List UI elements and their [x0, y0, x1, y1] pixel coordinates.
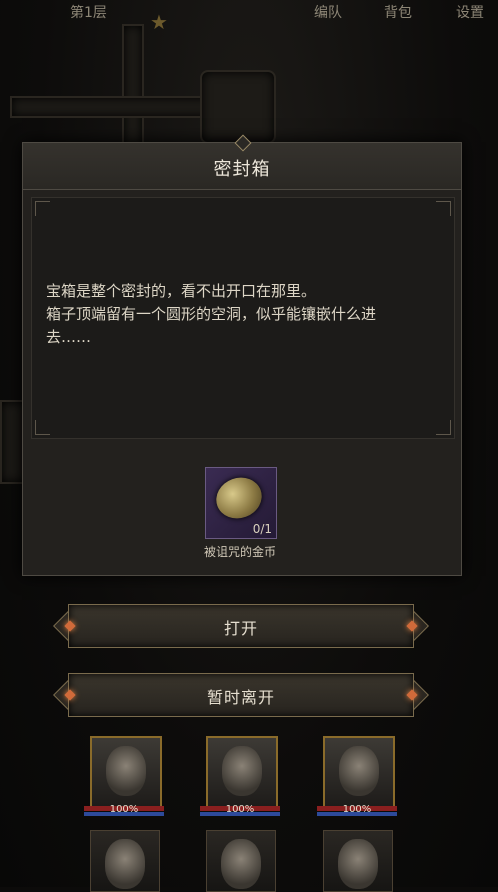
hero-face — [222, 746, 262, 796]
floor-label: 第1层 — [70, 5, 107, 21]
hp-percent: 100% — [342, 804, 372, 815]
corner-ornament — [436, 420, 451, 435]
bag-button[interactable]: 背包 — [384, 2, 412, 22]
top-bar: 第1层 ★ 编队 背包 设置 — [0, 0, 498, 34]
map-room — [200, 70, 276, 144]
hero-portrait[interactable] — [206, 830, 276, 892]
hero-face — [339, 746, 379, 796]
description-line: 箱子顶端留有一个圆形的空洞，似乎能镶嵌什么进 — [46, 305, 377, 323]
hero-portrait[interactable] — [323, 736, 395, 808]
hero-portrait[interactable] — [90, 736, 162, 808]
hero-face — [105, 839, 145, 889]
corner-ornament — [436, 201, 451, 216]
item-name: 被诅咒的金币 — [203, 545, 276, 559]
star-icon: ★ — [150, 10, 168, 34]
corner-ornament — [35, 420, 50, 435]
hero-face — [106, 746, 146, 796]
corner-ornament — [35, 201, 50, 216]
hero-portrait[interactable] — [90, 830, 160, 892]
settings-button[interactable]: 设置 — [456, 2, 484, 22]
description-panel: 宝箱是整个密封的，看不出开口在那里。 箱子顶端留有一个圆形的空洞，似乎能镶嵌什么… — [31, 197, 455, 439]
hero-face — [221, 839, 261, 889]
leave-button[interactable]: 暂时离开 — [53, 673, 429, 717]
map-corridor — [122, 24, 144, 148]
hp-percent: 100% — [225, 804, 255, 815]
sealed-box-dialog: 密封箱 宝箱是整个密封的，看不出开口在那里。 箱子顶端留有一个圆形的空洞，似乎能… — [22, 134, 462, 576]
leave-button-label: 暂时离开 — [206, 688, 275, 707]
hero-portrait[interactable] — [206, 736, 278, 808]
hero-face — [338, 839, 378, 889]
open-button-label: 打开 — [223, 619, 258, 638]
cursed-coin-icon — [210, 471, 268, 525]
hp-percent: 100% — [109, 804, 139, 815]
description-line: 宝箱是整个密封的，看不出开口在那里。 — [46, 282, 317, 300]
description-line: 去…… — [46, 328, 92, 346]
description-text: 宝箱是整个密封的，看不出开口在那里。 箱子顶端留有一个圆形的空洞，似乎能镶嵌什么… — [46, 280, 442, 349]
required-item-slot[interactable]: 0/1 — [205, 467, 277, 539]
open-button[interactable]: 打开 — [53, 604, 429, 648]
item-count: 0/1 — [252, 522, 272, 536]
dialog-header: 密封箱 — [23, 134, 461, 190]
dialog-title: 密封箱 — [213, 159, 271, 180]
hero-portrait[interactable] — [323, 830, 393, 892]
team-button[interactable]: 编队 — [314, 2, 342, 22]
